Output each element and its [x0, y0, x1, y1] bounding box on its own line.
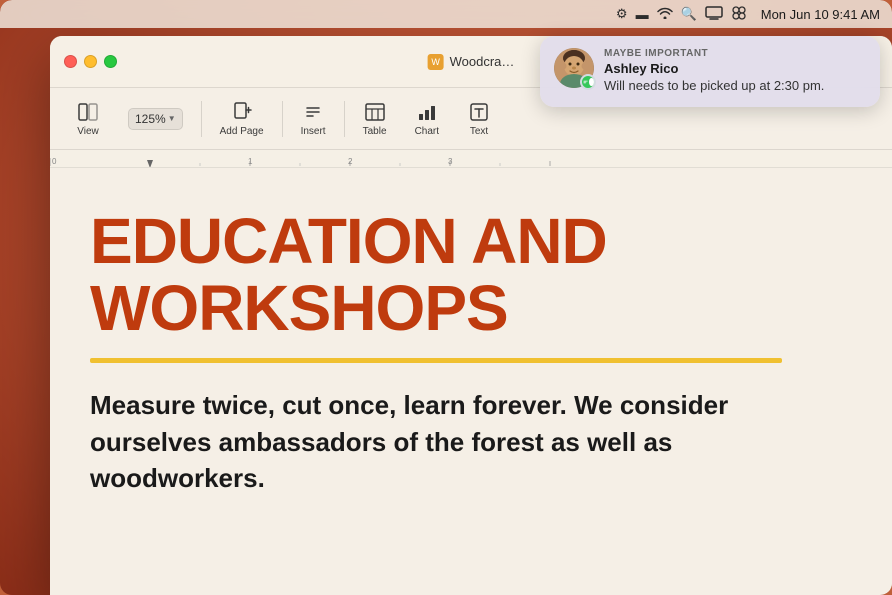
control-center-icon[interactable] [731, 5, 747, 24]
document-body: Measure twice, cut once, learn forever. … [90, 387, 842, 496]
app-window: W Woodcra… View 125% ▼ [50, 36, 892, 595]
chart-icon [416, 101, 438, 123]
ruler: 0 1 2 3 [50, 150, 892, 168]
menubar-right: ⚙ ▬ 🔍 [616, 5, 880, 24]
window-title: W Woodcra… [428, 54, 515, 70]
text-label: Text [470, 126, 488, 137]
insert-icon [302, 101, 324, 123]
chart-label: Chart [415, 126, 439, 137]
yellow-divider [90, 358, 782, 363]
notification-sender: Ashley Rico [604, 61, 866, 76]
traffic-lights [50, 55, 117, 68]
add-page-label: Add Page [220, 126, 264, 137]
desktop: ⚙ ▬ 🔍 [0, 0, 892, 595]
display-icon[interactable] [705, 6, 723, 23]
menubar-time: Mon Jun 10 9:41 AM [761, 7, 880, 22]
search-icon[interactable]: 🔍 [681, 6, 697, 22]
doc-icon-label: W [431, 57, 440, 67]
close-button[interactable] [64, 55, 77, 68]
table-button[interactable]: Table [349, 97, 401, 141]
gear-icon[interactable]: ⚙ [616, 6, 628, 22]
notification-category: MAYBE IMPORTANT [604, 48, 866, 59]
wifi-icon[interactable] [657, 7, 673, 22]
insert-button[interactable]: Insert [287, 97, 340, 141]
document-heading: EDUCATION AND WORKSHOPS [90, 208, 842, 342]
text-button[interactable]: Text [453, 97, 505, 141]
notification-content: MAYBE IMPORTANT Ashley Rico Will needs t… [604, 48, 866, 95]
svg-text:3: 3 [448, 157, 453, 166]
add-page-icon [231, 101, 253, 123]
menubar: ⚙ ▬ 🔍 [0, 0, 892, 28]
zoom-chevron-icon: ▼ [168, 114, 176, 123]
document-content: EDUCATION AND WORKSHOPS Measure twice, c… [50, 168, 892, 593]
view-label: View [77, 126, 99, 137]
view-icon [77, 101, 99, 123]
notification-avatar-container [554, 48, 594, 88]
chart-button[interactable]: Chart [401, 97, 453, 141]
zoom-dropdown[interactable]: 125% ▼ [128, 108, 183, 130]
svg-text:2: 2 [348, 157, 353, 166]
notification-message: Will needs to be picked up at 2:30 pm. [604, 78, 866, 95]
view-button[interactable]: View [62, 97, 114, 141]
window-title-text: Woodcra… [450, 54, 515, 69]
battery-icon[interactable]: ▬ [636, 7, 649, 22]
messages-icon [582, 76, 589, 88]
table-icon [364, 101, 386, 123]
zoom-control[interactable]: 125% ▼ [114, 104, 197, 134]
messages-badge [580, 74, 596, 90]
table-label: Table [363, 126, 387, 137]
separator-1 [201, 101, 202, 137]
maximize-button[interactable] [104, 55, 117, 68]
svg-text:1: 1 [248, 157, 253, 166]
document-icon: W [428, 54, 444, 70]
svg-text:0: 0 [52, 157, 57, 166]
add-page-button[interactable]: Add Page [206, 97, 278, 141]
insert-label: Insert [301, 126, 326, 137]
separator-2 [282, 101, 283, 137]
ruler-marks: 0 1 2 3 [50, 150, 892, 168]
text-icon [468, 101, 490, 123]
notification[interactable]: MAYBE IMPORTANT Ashley Rico Will needs t… [540, 36, 880, 107]
zoom-value: 125% [135, 112, 166, 126]
minimize-button[interactable] [84, 55, 97, 68]
separator-3 [344, 101, 345, 137]
